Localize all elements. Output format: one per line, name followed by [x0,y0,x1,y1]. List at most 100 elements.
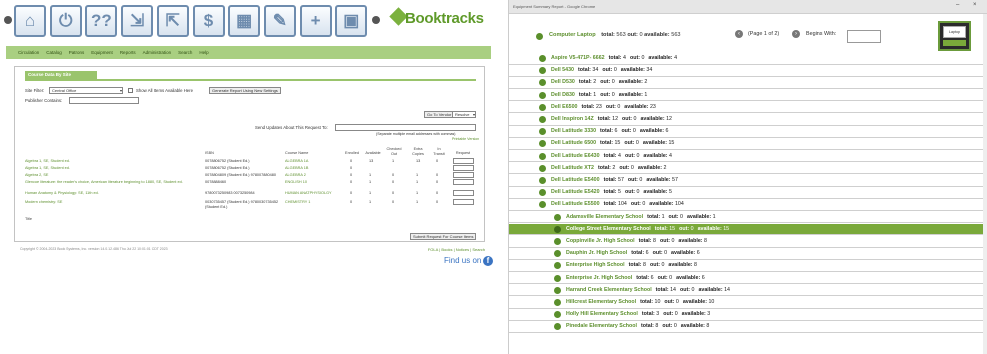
menu-item-administration[interactable]: Administration [143,50,172,55]
request-input[interactable] [453,179,474,185]
course-cell-course[interactable]: ENGLISH 10 [285,180,307,185]
expand-bullet-icon[interactable] [539,152,546,160]
item-name[interactable]: Dell Latitude 3330 [551,128,596,134]
expand-bullet-icon[interactable] [554,238,561,245]
summary-row[interactable]: Enterprise Jr. High School total: 6 out: 0… [509,272,987,285]
summary-row[interactable]: Dell Inspiron 14Z total: 12 out: 0 availabl… [509,114,987,126]
item-name[interactable]: Dell Inspiron 14Z [551,116,594,122]
expand-bullet-icon[interactable] [554,213,561,221]
course-cell-course[interactable]: ALGEBRA 2 [285,173,306,178]
summary-row[interactable]: College Street Elementary School total: 1… [509,223,987,236]
item-name[interactable]: Hillcrest Elementary School [566,299,636,305]
expand-bullet-icon[interactable] [554,286,561,294]
dollar-icon[interactable]: $ [192,5,225,37]
item-name[interactable]: Dell Latitude E6430 [551,153,600,159]
summary-row[interactable]: Enterprise High School total: 8 out: 0 avai… [509,260,987,272]
menu-item-equipment[interactable]: Equipment [91,50,113,55]
expand-bullet-icon[interactable] [539,128,546,136]
summary-row[interactable]: Dell E6500 total: 23 out: 0 available: 23 [509,101,987,114]
expand-bullet-icon[interactable] [539,67,546,75]
course-cell-course[interactable]: ALGEBRA 1B [285,166,308,171]
summary-row[interactable]: Adamsville Elementary School total: 1 out:… [509,211,987,224]
minimize-icon[interactable]: – [956,2,959,8]
expand-bullet-icon[interactable] [554,274,561,282]
course-cell-title[interactable]: Algebra 1, SE, Student ed. [25,159,70,164]
item-name[interactable]: Holly Hill Elementary School [566,311,638,317]
menu-item-circulation[interactable]: Circulation [18,50,39,55]
show-all-checkbox[interactable] [128,88,133,93]
course-cell-title[interactable]: Algebra 2, SE [25,173,48,178]
summary-row[interactable]: Harrand Creek Elementary School total: 14… [509,284,987,297]
summary-row[interactable]: Dell Latitude E5500 total: 104 out: 0 avail… [509,199,987,211]
item-name[interactable]: Aspire V5-471P- 6662 [551,55,605,61]
home-icon[interactable]: ⌂ [14,5,46,37]
expand-bullet-icon[interactable] [539,103,546,111]
request-input[interactable] [453,172,474,178]
summary-row[interactable]: Dell D530 total: 2 out: 0 available: 2 [509,77,987,89]
summary-row[interactable]: Dell Latitude E6430 total: 4 out: 0 availab… [509,150,987,163]
summary-row[interactable]: Aspire V5-471P- 6662 total: 4 out: 0 availa… [509,53,987,65]
checkout-icon[interactable]: ⇱ [156,5,189,37]
course-cell-title[interactable]: Modern chemistry: SE [25,200,62,205]
summary-row[interactable]: Hillcrest Elementary School total: 10 out:… [509,297,987,309]
menu-item-reports[interactable]: Reports [120,50,136,55]
summary-row[interactable]: Dell Latitude 6500 total: 15 out: 0 availab… [509,138,987,150]
send-updates-input[interactable] [335,124,476,131]
site-filter-select[interactable]: Central Office ▾ [49,87,123,94]
item-name[interactable]: Enterprise High School [566,262,625,268]
summary-row[interactable]: Holly Hill Elementary School total: 3 out:… [509,309,987,321]
menu-item-catalog[interactable]: Catalog [46,50,62,55]
expand-bullet-icon[interactable] [554,311,561,319]
patron-edit-icon[interactable]: ✎ [263,5,296,37]
close-icon[interactable]: × [973,2,977,8]
item-name[interactable]: Dell Latitude XT2 [551,165,594,171]
expand-bullet-icon[interactable] [554,299,561,306]
item-name[interactable]: Dell Latitude 6500 [551,140,596,146]
expand-bullet-icon[interactable] [554,323,561,331]
course-cell-course[interactable]: CHEMISTRY 1 [285,200,310,205]
item-name[interactable]: Dauphin Jr. High School [566,250,627,256]
help-icon[interactable]: ?? [85,5,118,37]
expand-bullet-icon[interactable] [539,177,546,184]
scrollbar[interactable] [983,14,987,354]
find-us-on-label[interactable]: Find us on [444,256,481,265]
request-input[interactable] [453,158,474,164]
summary-row[interactable]: Pinedale Elementary School total: 8 out: 0… [509,321,987,333]
item-name[interactable]: Adamsville Elementary School [566,214,643,220]
summary-row[interactable]: Dauphin Jr. High School total: 6 out: 0 ava… [509,248,987,260]
begins-with-input[interactable] [847,30,881,43]
summary-row[interactable]: Dell Latitude XT2 total: 2 out: 0 available… [509,162,987,175]
expand-bullet-icon[interactable] [539,201,546,209]
expand-bullet-icon[interactable] [539,91,546,99]
expand-bullet-icon[interactable] [539,79,546,87]
checkin-icon[interactable]: ⇲ [121,5,154,37]
patron-add-icon[interactable]: + [299,5,332,37]
course-cell-title[interactable]: Glencoe literature: the reader's choice,… [25,180,183,185]
footer-links[interactable]: FOLA | Books | Notices | Search [428,247,485,252]
nav-back-bullet[interactable] [4,16,12,24]
expand-bullet-icon[interactable] [536,33,543,40]
item-name[interactable]: Harrand Creek Elementary School [566,287,652,293]
expand-bullet-icon[interactable] [539,140,546,148]
expand-bullet-icon[interactable] [539,116,546,123]
expand-bullet-icon[interactable] [554,250,561,258]
expand-bullet-icon[interactable] [554,262,561,270]
summary-row[interactable]: Dell D830 total: 1 out: 0 available: 1 [509,89,987,102]
facebook-icon[interactable]: f [483,256,493,266]
request-input[interactable] [453,190,474,196]
power-icon[interactable]: ⏻ [49,5,82,37]
item-name[interactable]: Dell 5430 [551,67,574,73]
summary-row[interactable]: Dell Latitude 3330 total: 6 out: 0 availabl… [509,126,987,138]
summary-row[interactable]: Coppinville Jr. High School total: 8 out: … [509,236,987,248]
publisher-input[interactable] [69,97,139,104]
course-cell-course[interactable]: HUMAN ANATPHYSIOLGY [285,191,332,196]
vendor-select[interactable]: Resolve ▾ [452,111,476,118]
course-cell-title[interactable]: Algebra 1, SE, Student ed. [25,166,70,171]
summary-row[interactable]: Dell 5430 total: 34 out: 0 available: 34 [509,65,987,77]
item-name[interactable]: Dell D830 [551,92,575,98]
item-name[interactable]: Enterprise Jr. High School [566,275,632,281]
menu-item-search[interactable]: Search [178,50,192,55]
course-cell-course[interactable]: ALGEBRA 1A [285,159,308,164]
go-to-vendor-button[interactable]: Go To Vendor [424,111,455,118]
generate-report-button[interactable]: Generate Report Using New Settings [209,87,281,94]
